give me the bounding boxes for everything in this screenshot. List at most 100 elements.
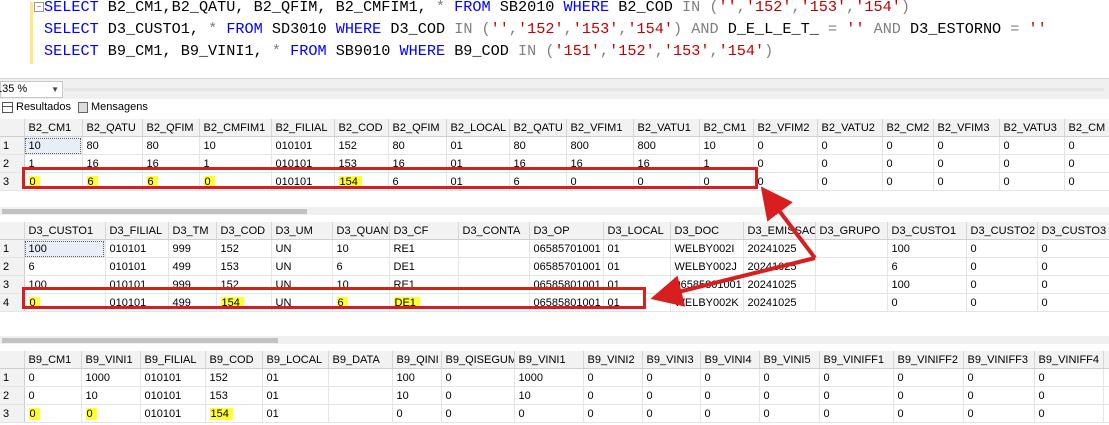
table-cell[interactable]: 0	[81, 404, 141, 423]
column-header[interactable]: B2_CM1	[24, 119, 83, 137]
table-cell[interactable]: 0	[24, 386, 82, 405]
table-cell[interactable]: 0	[1034, 386, 1104, 405]
table-cell[interactable]: UN	[271, 239, 333, 258]
table-cell[interactable]: 0	[759, 386, 820, 405]
table-cell[interactable]: WELBY002J	[670, 257, 744, 276]
zoom-select[interactable]: 135 % ▼	[0, 81, 63, 98]
table-cell[interactable]	[1103, 386, 1109, 405]
table-cell[interactable]: 0	[753, 172, 818, 191]
table-cell[interactable]: 01	[262, 386, 329, 405]
table-row[interactable]: 2 0 10 010101 153 01 10 0 10 0 0 0 0 0 0 0 0	[0, 386, 1109, 405]
table-cell[interactable]: 01	[262, 368, 329, 387]
table-cell[interactable]: 80	[82, 136, 143, 155]
table-cell[interactable]: 0	[817, 172, 883, 191]
table-cell[interactable]: 0	[441, 404, 515, 423]
table-cell[interactable]: 0	[1037, 239, 1109, 258]
table-cell[interactable]: 0	[753, 136, 818, 155]
table-cell[interactable]: 100	[887, 275, 967, 294]
column-header[interactable]: D3_QUANT	[332, 222, 390, 240]
table-cell[interactable]: 20241025	[743, 275, 816, 294]
table-cell[interactable]: 0	[700, 368, 760, 387]
editor-horizontal-scrollbar[interactable]	[64, 88, 1104, 91]
table-cell[interactable]: 100	[887, 239, 967, 258]
table-cell[interactable]: WELBY002I	[670, 239, 744, 258]
row-number[interactable]: 4	[0, 293, 25, 312]
table-cell[interactable]: 0	[966, 257, 1038, 276]
column-header[interactable]: B2_QATU	[509, 119, 567, 137]
table-cell[interactable]	[458, 257, 530, 276]
table-cell[interactable]: 0	[819, 404, 894, 423]
table-cell[interactable]: 10	[392, 386, 442, 405]
column-header[interactable]: B2_VFIM1	[566, 119, 634, 137]
scrollbar-thumb[interactable]	[2, 338, 278, 343]
column-header[interactable]: D3_EMISSAO	[743, 222, 816, 240]
column-header[interactable]: B9_VINI3	[642, 351, 701, 369]
table-cell[interactable]: 0	[817, 154, 883, 173]
column-header[interactable]: B9_DATA	[328, 351, 393, 369]
table-row[interactable]: 2 6 010101 499 153 UN 6 DE1 06585701001 01 WELBY00…	[0, 257, 1109, 276]
table-cell[interactable]: 20241025	[743, 293, 816, 312]
grid-corner[interactable]	[0, 351, 25, 369]
grid-horizontal-scrollbar[interactable]	[0, 336, 1109, 344]
table-cell[interactable]: 0	[999, 154, 1065, 173]
tab-results[interactable]: Resultados	[2, 101, 71, 113]
table-cell[interactable]: 1000	[81, 368, 141, 387]
column-header[interactable]: B2_CM2	[882, 119, 934, 137]
table-cell[interactable]: 0	[893, 386, 964, 405]
column-header[interactable]: B2_QATU	[82, 119, 143, 137]
table-cell[interactable]: 152	[205, 368, 263, 387]
sql-line-1[interactable]: SELECT B2_CM1,B2_QATU, B2_QFIM, B2_CMFIM…	[44, 0, 910, 18]
table-cell[interactable]: 6	[24, 257, 106, 276]
table-cell[interactable]: 0	[759, 368, 820, 387]
sql-editor[interactable]: − SELECT B2_CM1,B2_QATU, B2_QFIM, B2_CMF…	[0, 0, 1109, 78]
column-header[interactable]: B9_VINI1	[81, 351, 141, 369]
table-cell[interactable]: 0	[1064, 172, 1109, 191]
column-header[interactable]: B9_VINI1	[514, 351, 584, 369]
row-number[interactable]: 3	[0, 404, 25, 423]
row-number[interactable]: 1	[0, 136, 25, 155]
column-header[interactable]: D3_CF	[389, 222, 459, 240]
table-cell[interactable]: 0	[1037, 275, 1109, 294]
column-header[interactable]: B2_CM1	[699, 119, 754, 137]
table-cell[interactable]: DE1	[389, 257, 459, 276]
table-cell[interactable]: 06585801001	[670, 275, 744, 294]
table-cell[interactable]: 0	[642, 368, 701, 387]
table-cell[interactable]: 0	[819, 386, 894, 405]
table-cell[interactable]: 0	[642, 404, 701, 423]
column-header[interactable]: D3_TM	[168, 222, 217, 240]
column-header[interactable]: D3_FILIAL	[105, 222, 169, 240]
table-cell[interactable]: 800	[566, 136, 634, 155]
table-cell[interactable]: 0	[1037, 293, 1109, 312]
column-header[interactable]: B2_VATU2	[817, 119, 883, 137]
table-cell[interactable]: 10	[514, 386, 584, 405]
table-cell[interactable]	[1103, 404, 1109, 423]
table-cell[interactable]: 0	[24, 368, 82, 387]
table-cell[interactable]: 499	[168, 257, 217, 276]
table-cell[interactable]: 0	[583, 404, 643, 423]
table-cell[interactable]: 010101	[105, 257, 169, 276]
table-cell[interactable]: 0	[966, 275, 1038, 294]
results-grid-sb9[interactable]: B9_CM1 B9_VINI1 B9_FILIAL B9_COD B9_LOCAL B9_…	[0, 351, 1109, 423]
table-cell[interactable]: 80	[509, 136, 567, 155]
table-row[interactable]: 1 100 010101 999 152 UN 10 RE1 06585701001 01 WELB…	[0, 239, 1109, 258]
chevron-down-icon[interactable]: ▼	[51, 82, 59, 97]
table-cell[interactable]: 80	[388, 136, 447, 155]
grid-corner[interactable]	[0, 119, 25, 137]
table-cell[interactable]	[815, 293, 888, 312]
row-number[interactable]: 1	[0, 368, 25, 387]
table-cell[interactable]: 1000	[514, 368, 584, 387]
scrollbar-thumb[interactable]	[2, 209, 307, 214]
table-row[interactable]: 1 10 80 80 10 010101 152 80 01 80 800 800 10 0 0 0 0 0 0	[0, 136, 1109, 155]
column-header[interactable]: B9_VINI4	[700, 351, 760, 369]
column-header[interactable]: B9_CM1	[24, 351, 82, 369]
table-cell[interactable]: 152	[216, 239, 272, 258]
table-cell[interactable]	[815, 257, 888, 276]
table-cell[interactable]: 0	[514, 404, 584, 423]
column-header[interactable]: D3_COD	[216, 222, 272, 240]
sql-line-3[interactable]: SELECT B9_CM1, B9_VINI1, * FROM SB9010 W…	[44, 40, 773, 62]
table-cell[interactable]: 0	[700, 386, 760, 405]
column-header[interactable]: B9_LOCAL	[262, 351, 329, 369]
table-cell[interactable]: 0	[583, 386, 643, 405]
table-cell[interactable]: 0	[700, 404, 760, 423]
table-cell[interactable]: 0	[893, 368, 964, 387]
